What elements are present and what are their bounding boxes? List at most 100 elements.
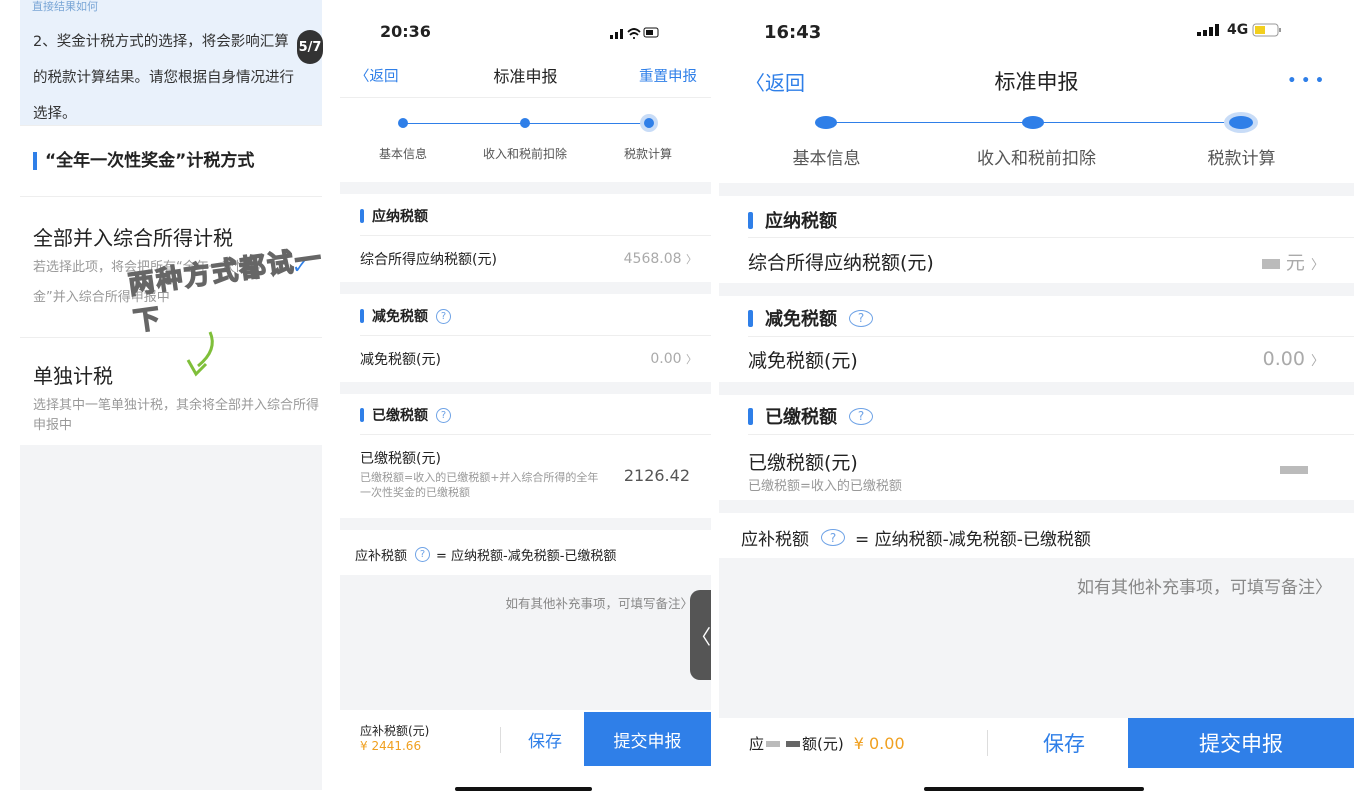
due-formula: 应补税额 ? = 应纳税额-减免税额-已缴税额 bbox=[355, 547, 617, 564]
relief-label: 减免税额(元) bbox=[360, 352, 441, 368]
section-heading: “全年一次性奖金”计税方式 bbox=[33, 152, 254, 170]
phone-screen-b: 16:43 4G 〈返回 标准申报 • • • 基本信息 收入和税前扣除 税款计… bbox=[719, 0, 1354, 809]
section-payable-title: 应纳税额 bbox=[360, 206, 428, 226]
relief-row[interactable]: 减免税额(元) 0.00 〉 bbox=[719, 344, 1354, 374]
footer-bar: 应 额(元) ¥ 0.00 保存 提交申报 bbox=[719, 718, 1354, 768]
divider bbox=[20, 196, 322, 197]
progress-steps: 基本信息 收入和税前扣除 税款计算 bbox=[340, 110, 711, 170]
step-label: 收入和税前扣除 bbox=[977, 149, 1096, 169]
step-label: 收入和税前扣除 bbox=[482, 147, 567, 161]
info-note-text: 2、奖金计税方式的选择，将会影响汇算的税款计算结果。请您根据自身情况进行选择。 bbox=[33, 34, 294, 122]
step-label: 基本信息 bbox=[378, 147, 427, 161]
due-value: ¥ 2441.66 bbox=[360, 739, 422, 753]
submit-button[interactable]: 提交申报 bbox=[584, 712, 711, 766]
payable-value: 4568.08 〉 bbox=[623, 251, 697, 267]
step-dot-active bbox=[1229, 116, 1253, 129]
step-dot bbox=[1022, 116, 1044, 129]
due-summary: 应 额(元) ¥ 0.00 bbox=[749, 733, 905, 754]
step-label: 基本信息 bbox=[792, 149, 861, 169]
chevron-right-icon: 〉 bbox=[686, 353, 697, 366]
due-label-prefix: 应 bbox=[749, 735, 765, 753]
remark-area[interactable]: 如有其他补充事项，可填写备注〉 bbox=[340, 575, 711, 710]
option-merge-title: 全部并入综合所得计税 bbox=[33, 226, 233, 250]
status-icons: 4G bbox=[1197, 22, 1282, 38]
option-separate-subtitle: 选择其中一笔单独计税，其余将全部并入综合所得申报中 bbox=[33, 398, 320, 433]
step-label: 税款计算 bbox=[1207, 149, 1276, 169]
help-icon[interactable]: ? bbox=[415, 547, 431, 562]
help-icon[interactable]: ? bbox=[821, 529, 845, 546]
status-icons bbox=[610, 27, 659, 39]
due-summary: 应补税额(元) ¥ 2441.66 bbox=[360, 722, 429, 753]
help-icon[interactable]: ? bbox=[436, 308, 451, 324]
status-time: 16:43 bbox=[764, 22, 822, 43]
payable-row[interactable]: 综合所得应纳税额(元) 元 〉 bbox=[719, 246, 1354, 276]
chevron-right-icon: 〉 bbox=[1310, 354, 1324, 369]
payable-row[interactable]: 综合所得应纳税额(元) 4568.08 〉 bbox=[340, 246, 711, 272]
due-formula: 应补税额 ? = 应纳税额-减免税额-已缴税额 bbox=[741, 529, 1091, 550]
reset-button[interactable]: 重置申报 bbox=[639, 65, 697, 86]
arrow-doodle-icon bbox=[186, 331, 214, 377]
home-indicator bbox=[924, 787, 1144, 791]
payable-label: 综合所得应纳税额(元) bbox=[360, 252, 497, 268]
redacted-value bbox=[1261, 258, 1280, 269]
remark-area[interactable]: 如有其他补充事项，可填写备注〉 bbox=[719, 558, 1354, 718]
paid-label: 已缴税额(元) bbox=[360, 451, 441, 467]
remark-hint: 如有其他补充事项，可填写备注〉 bbox=[505, 596, 693, 611]
save-button[interactable]: 保存 bbox=[510, 712, 580, 766]
step-label: 税款计算 bbox=[623, 147, 672, 161]
help-icon[interactable]: ? bbox=[849, 309, 873, 327]
redacted-label bbox=[786, 740, 801, 747]
note-fragment: 直接结果如何 bbox=[32, 0, 98, 13]
paid-row: 已缴税额(元) 已缴税额=收入的已缴税额 bbox=[748, 448, 1328, 494]
empty-area bbox=[20, 445, 322, 790]
section-gap bbox=[719, 183, 1354, 196]
section-gap bbox=[340, 282, 711, 294]
submit-button[interactable]: 提交申报 bbox=[1128, 718, 1354, 768]
step-dot bbox=[398, 118, 408, 128]
chevron-right-icon: 〉 bbox=[1310, 257, 1324, 273]
section-gap bbox=[340, 518, 711, 530]
divider bbox=[20, 337, 322, 338]
status-bar: 16:43 4G bbox=[719, 22, 1354, 46]
phone-screen-a: 20:36 〈返回 标准申报 重置申报 基本信息 收入和税前扣除 税款计算 应纳… bbox=[340, 0, 711, 809]
collapse-tab-icon[interactable]: 〈 bbox=[690, 590, 711, 680]
section-gap bbox=[340, 182, 711, 194]
signal-icon bbox=[1197, 24, 1219, 36]
page-title: 标准申报 bbox=[994, 70, 1079, 94]
relief-value: 0.00 〉 bbox=[1262, 348, 1324, 370]
section-gap bbox=[340, 382, 711, 394]
paid-row: 已缴税额(元) 已缴税额=收入的已缴税额+并入综合所得的全年一次性奖金的已缴税额… bbox=[360, 448, 700, 508]
status-time: 20:36 bbox=[380, 22, 431, 41]
due-label-suffix: 额(元) bbox=[802, 735, 844, 753]
nav-bar: 〈返回 标准申报 • • • bbox=[719, 64, 1354, 98]
paid-hint: 已缴税额=收入的已缴税额+并入综合所得的全年一次性奖金的已缴税额 bbox=[360, 471, 599, 499]
step-dot-active bbox=[644, 118, 654, 128]
redacted-value bbox=[1280, 466, 1308, 474]
step-dot bbox=[815, 116, 837, 129]
battery-icon bbox=[1252, 23, 1282, 37]
section-paid-title: 已缴税额 ? bbox=[748, 403, 873, 429]
paid-value: 2126.42 bbox=[623, 466, 690, 485]
progress-steps: 基本信息 收入和税前扣除 税款计算 bbox=[719, 112, 1354, 172]
home-indicator bbox=[455, 787, 592, 791]
section-gap bbox=[719, 382, 1354, 395]
help-icon[interactable]: ? bbox=[436, 407, 451, 423]
divider bbox=[340, 97, 711, 98]
step-dot bbox=[520, 118, 530, 128]
relief-row[interactable]: 减免税额(元) 0.00 〉 bbox=[340, 346, 711, 372]
option-separate-title: 单独计税 bbox=[33, 364, 113, 388]
more-icon[interactable]: • • • bbox=[1287, 73, 1324, 89]
overlay-doodle-text: 两种方式都试一下 bbox=[126, 243, 326, 338]
section-gap bbox=[719, 500, 1354, 513]
section-paid-title: 已缴税额 ? bbox=[360, 405, 451, 425]
section-payable-title: 应纳税额 bbox=[748, 207, 837, 233]
chevron-right-icon: 〉 bbox=[686, 253, 697, 266]
status-bar: 20:36 bbox=[340, 22, 711, 44]
relief-label: 减免税额(元) bbox=[748, 349, 858, 372]
divider bbox=[20, 125, 322, 126]
save-button[interactable]: 保存 bbox=[999, 718, 1129, 768]
due-value: ¥ 0.00 bbox=[853, 734, 905, 753]
bonus-tax-method-panel: 直接结果如何 2、奖金计税方式的选择，将会影响汇算的税款计算结果。请您根据自身情… bbox=[0, 0, 340, 809]
help-icon[interactable]: ? bbox=[849, 407, 873, 425]
paid-hint: 已缴税额=收入的已缴税额 bbox=[748, 479, 902, 494]
